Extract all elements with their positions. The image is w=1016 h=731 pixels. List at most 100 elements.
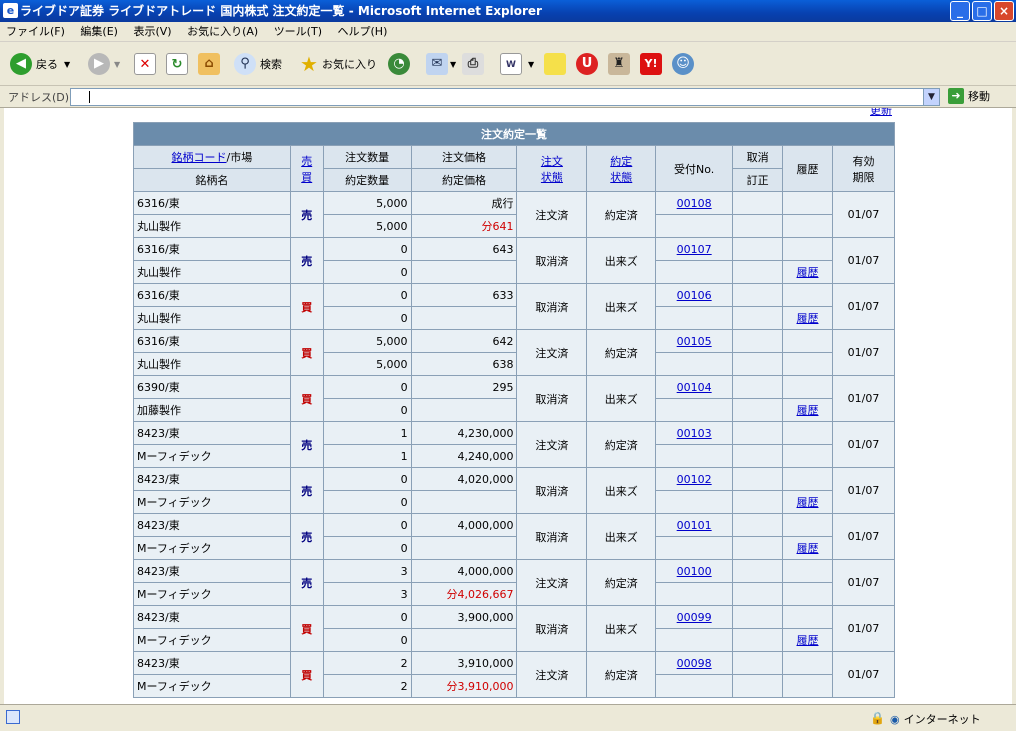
edit-button[interactable]: W ▼ bbox=[500, 51, 534, 77]
trade-side: 買 bbox=[289, 283, 324, 330]
receipt-link[interactable]: 00100 bbox=[677, 565, 712, 578]
receipt-link[interactable]: 00105 bbox=[677, 335, 712, 348]
forward-button[interactable]: ▶ ▼ bbox=[88, 51, 120, 77]
history-link[interactable]: 履歴 bbox=[797, 266, 819, 279]
receipt-link[interactable]: 00098 bbox=[677, 657, 712, 670]
order-price: 3,910,000 bbox=[410, 651, 518, 675]
print-button[interactable]: ⎙ bbox=[462, 51, 484, 77]
header-side-sell-link[interactable]: 売 bbox=[301, 155, 312, 168]
table-row: 6316/東売 0 643 取消済 出来ズ 00107 01/07 bbox=[133, 237, 896, 284]
address-bar: アドレス(D) ▼ ➜ 移動 bbox=[0, 86, 1016, 108]
history-link[interactable]: 履歴 bbox=[797, 404, 819, 417]
orders-table: 注文約定一覧 銘柄コード/市場 売買 注文数量 注文価格 注文 状態 約定 状態 受… bbox=[133, 122, 896, 698]
lock-icon: 🔒 bbox=[870, 711, 885, 725]
header-exec-state-link-1[interactable]: 約定 bbox=[610, 155, 632, 168]
research-button[interactable]: ♜ bbox=[608, 51, 630, 77]
receipt-cell-bottom bbox=[655, 674, 734, 698]
stock-code: 8423/東 bbox=[133, 605, 291, 629]
back-button[interactable]: ◀ 戻る ▼ bbox=[10, 51, 70, 77]
header-exec-price: 約定価格 bbox=[410, 168, 518, 192]
receipt-link[interactable]: 00107 bbox=[677, 243, 712, 256]
history-link[interactable]: 履歴 bbox=[797, 312, 819, 325]
address-input[interactable]: ▼ bbox=[70, 88, 940, 106]
receipt-link[interactable]: 00108 bbox=[677, 197, 712, 210]
yahoo-button[interactable]: Y! bbox=[640, 51, 662, 77]
header-receipt: 受付No. bbox=[655, 145, 734, 192]
address-dropdown-icon[interactable]: ▼ bbox=[923, 89, 939, 105]
receipt-cell-bottom bbox=[655, 536, 734, 560]
exec-qty: 0 bbox=[322, 536, 412, 560]
mail-button[interactable]: ✉ ▼ bbox=[426, 51, 456, 77]
receipt-cell-bottom bbox=[655, 582, 734, 606]
back-dropdown-icon[interactable]: ▼ bbox=[64, 60, 70, 69]
text-caret bbox=[89, 91, 90, 103]
order-qty: 0 bbox=[322, 467, 412, 491]
table-row: 丸山製作 5,000 分641 bbox=[133, 214, 895, 238]
table-row: 8423/東売 0 4,020,000 取消済 出来ズ 00102 01/07 bbox=[133, 467, 896, 514]
messenger-button[interactable]: U bbox=[576, 51, 598, 77]
minimize-button[interactable]: _ bbox=[950, 1, 970, 21]
order-state: 注文済 bbox=[516, 651, 588, 698]
receipt-link[interactable]: 00102 bbox=[677, 473, 712, 486]
menu-favorites[interactable]: お気に入り(A) bbox=[181, 22, 264, 42]
receipt-cell: 00100 bbox=[655, 559, 734, 583]
order-price: 4,230,000 bbox=[410, 421, 518, 445]
receipt-link[interactable]: 00099 bbox=[677, 611, 712, 624]
table-title: 注文約定一覧 bbox=[133, 122, 895, 146]
mail-dropdown-icon[interactable]: ▼ bbox=[450, 60, 456, 69]
order-state: 取消済 bbox=[516, 237, 588, 284]
refresh-icon: ↻ bbox=[166, 53, 188, 75]
cancel-cell bbox=[732, 237, 784, 261]
trade-side: 買 bbox=[289, 605, 324, 652]
order-qty: 0 bbox=[322, 237, 412, 261]
table-row: 8423/東買 2 3,910,000 注文済 約定済 00098 01/07 bbox=[133, 651, 896, 698]
search-button[interactable]: ⚲ 検索 bbox=[234, 51, 282, 77]
contacts-button[interactable]: ☺ bbox=[672, 51, 694, 77]
edit-dropdown-icon[interactable]: ▼ bbox=[528, 60, 534, 69]
menu-edit[interactable]: 編集(E) bbox=[74, 22, 124, 42]
go-button[interactable]: ➜ 移動 bbox=[948, 88, 990, 104]
header-order-state-link-2[interactable]: 状態 bbox=[541, 171, 563, 184]
history-button[interactable]: ◔ bbox=[388, 51, 410, 77]
exec-state: 出来ズ bbox=[586, 513, 657, 560]
history-cell bbox=[782, 352, 833, 376]
receipt-link[interactable]: 00104 bbox=[677, 381, 712, 394]
history-cell-top bbox=[782, 329, 833, 353]
receipt-link[interactable]: 00106 bbox=[677, 289, 712, 302]
forward-dropdown-icon[interactable]: ▼ bbox=[114, 60, 120, 69]
correct-cell bbox=[732, 628, 784, 652]
cancel-cell bbox=[732, 605, 784, 629]
header-side-buy-link[interactable]: 買 bbox=[301, 171, 312, 184]
menu-help[interactable]: ヘルプ(H) bbox=[332, 22, 394, 42]
order-price: 3,900,000 bbox=[410, 605, 518, 629]
note-button[interactable] bbox=[544, 51, 566, 77]
home-icon: ⌂ bbox=[198, 53, 220, 75]
receipt-link[interactable]: 00101 bbox=[677, 519, 712, 532]
header-order-state-link-1[interactable]: 注文 bbox=[541, 155, 563, 168]
table-row: 8423/東売 0 4,000,000 取消済 出来ズ 00101 01/07 bbox=[133, 513, 896, 560]
header-exec-state-link-2[interactable]: 状態 bbox=[610, 171, 632, 184]
correct-cell bbox=[732, 352, 784, 376]
order-qty: 5,000 bbox=[322, 329, 412, 353]
receipt-link[interactable]: 00103 bbox=[677, 427, 712, 440]
table-row: 8423/東売 3 4,000,000 注文済 約定済 00100 01/07 bbox=[133, 559, 896, 606]
menu-file[interactable]: ファイル(F) bbox=[0, 22, 71, 42]
stop-button[interactable]: ✕ bbox=[134, 51, 156, 77]
history-link[interactable]: 履歴 bbox=[797, 496, 819, 509]
update-link[interactable]: 更新 bbox=[870, 108, 892, 118]
refresh-button[interactable]: ↻ bbox=[166, 51, 188, 77]
menu-tools[interactable]: ツール(T) bbox=[268, 22, 328, 42]
expiry: 01/07 bbox=[831, 467, 896, 514]
close-button[interactable]: × bbox=[994, 1, 1014, 21]
correct-cell bbox=[732, 490, 784, 514]
header-code-link[interactable]: 銘柄コード bbox=[172, 151, 227, 164]
home-button[interactable]: ⌂ bbox=[198, 51, 220, 77]
favorites-button[interactable]: ★ お気に入り bbox=[298, 51, 377, 77]
order-state: 取消済 bbox=[516, 513, 588, 560]
history-cell-top bbox=[782, 237, 833, 261]
maximize-button[interactable]: □ bbox=[972, 1, 992, 21]
history-link[interactable]: 履歴 bbox=[797, 542, 819, 555]
history-link[interactable]: 履歴 bbox=[797, 634, 819, 647]
menu-view[interactable]: 表示(V) bbox=[127, 22, 177, 42]
go-arrow-icon: ➜ bbox=[948, 88, 964, 104]
